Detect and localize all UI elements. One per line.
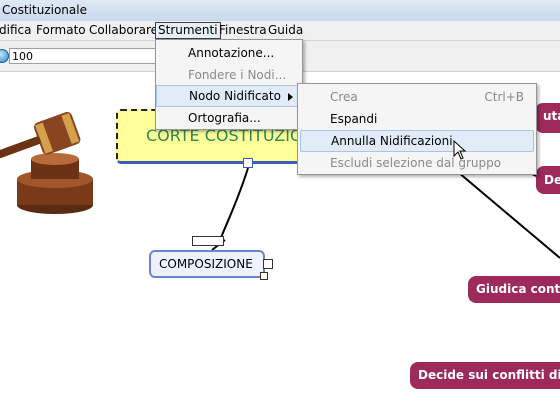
node-maroon-1[interactable]: uta (535, 103, 560, 133)
menu-item-annotazione[interactable]: Annotazione... (156, 42, 302, 64)
submenu-item-annulla-nidificazioni[interactable]: Annulla Nidificazioni (300, 130, 534, 152)
strumenti-menu: Annotazione... Fondere i Nodi... Nodo Ni… (155, 39, 303, 130)
expand-icon[interactable] (263, 259, 273, 269)
menu-item-nodo-nidificato[interactable]: Nodo Nidificato (156, 85, 302, 107)
resize-icon[interactable] (260, 272, 268, 280)
nidificato-submenu: Crea Ctrl+B Espandi Annulla Nidificazion… (297, 83, 537, 175)
submenu-item-escludi-selezione: Escludi selezione dal gruppo (330, 156, 502, 170)
menu-item-ortografia[interactable]: Ortografia... (156, 107, 302, 129)
menu-item-nodo-nidificato-label: Nodo Nidificato (189, 89, 281, 103)
resize-arrows-icon[interactable] (192, 236, 224, 246)
node-composizione-label: COMPOSIZIONE (159, 257, 253, 271)
collapse-handle-icon[interactable] (243, 158, 253, 168)
submenu-arrow-icon (288, 93, 293, 101)
submenu-item-crea-label: Crea (330, 90, 358, 104)
shortcut-ctrl-b: Ctrl+B (484, 90, 524, 104)
submenu-item-crea: Crea Ctrl+B (300, 86, 534, 108)
mouse-cursor-icon (453, 140, 467, 160)
node-maroon-3[interactable]: Giudica cont (468, 276, 560, 303)
node-maroon-4[interactable]: Decide sui conflitti di (410, 362, 560, 389)
gavel-image (0, 111, 93, 214)
node-composizione[interactable]: COMPOSIZIONE (149, 250, 265, 278)
node-maroon-2[interactable]: De (536, 166, 560, 194)
menu-item-fondere-nodi: Fondere i Nodi... (188, 68, 287, 82)
submenu-item-espandi[interactable]: Espandi (300, 108, 534, 130)
